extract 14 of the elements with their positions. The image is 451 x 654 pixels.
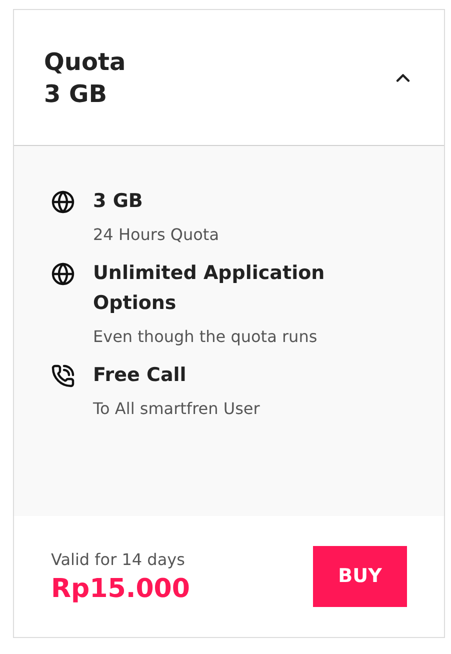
validity-text: Valid for 14 days	[51, 548, 186, 570]
globe-icon	[51, 262, 75, 286]
feature-title: 3 GB	[93, 189, 144, 214]
feature-title: Unlimited Application Options	[93, 261, 326, 316]
feature-title: Free Call	[93, 363, 188, 388]
globe-icon	[51, 190, 75, 214]
phone-icon	[51, 364, 75, 388]
plan-title: Quota	[44, 46, 126, 78]
price-text: Rp15.000	[51, 572, 190, 606]
feature-description: To All smartfren User	[93, 398, 260, 420]
feature-description: 24 Hours Quota	[93, 224, 220, 246]
plan-size: 3 GB	[44, 78, 108, 110]
feature-description: Even though the quota runs	[93, 326, 318, 348]
buy-button[interactable]: BUY	[313, 546, 407, 607]
